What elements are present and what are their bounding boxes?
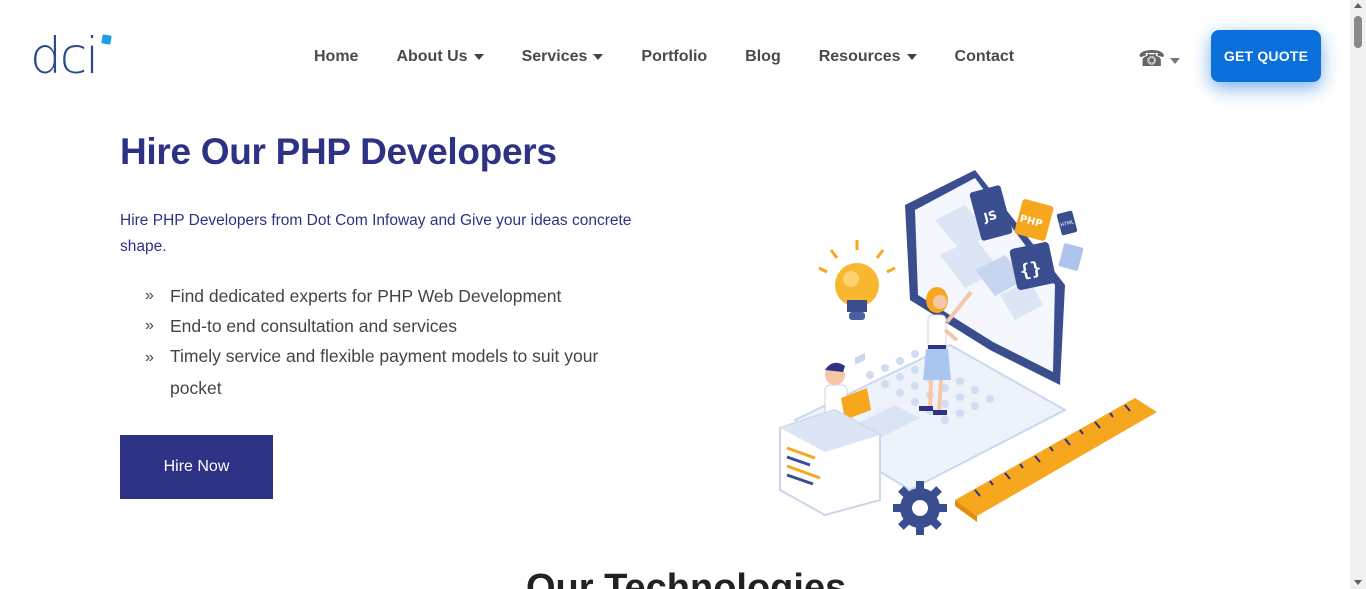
- nav-resources-label: Resources: [818, 48, 901, 65]
- scroll-down-icon[interactable]: [1354, 580, 1362, 585]
- nav-contact-label: Contact: [954, 48, 1015, 65]
- chevron-down-icon: [906, 54, 917, 60]
- site-header: dci Home About Us Services Portfolio Blo…: [0, 0, 1350, 112]
- nav-services[interactable]: Services: [522, 46, 604, 68]
- logo-text: dci: [30, 27, 99, 85]
- list-item: » End-to end consultation and services: [145, 311, 645, 341]
- chevron-down-icon: [473, 54, 484, 60]
- get-quote-button[interactable]: GET QUOTE: [1211, 30, 1321, 82]
- feature-list: » Find dedicated experts for PHP Web Dev…: [145, 281, 645, 403]
- illustration-svg: JS PHP HTML {}: [779, 116, 1157, 535]
- scroll-thumb[interactable]: [1354, 16, 1362, 48]
- nav-blog-label: Blog: [745, 48, 781, 65]
- php-developer-illustration: JS PHP HTML {}: [775, 116, 1165, 535]
- phone-dropdown[interactable]: ☎: [1138, 46, 1181, 72]
- nav-contact[interactable]: Contact: [955, 46, 1015, 68]
- nav-home-label: Home: [314, 48, 359, 65]
- nav-about-us-label: About Us: [396, 48, 468, 65]
- nav-resources[interactable]: Resources: [819, 46, 917, 68]
- list-item-text: End-to end consultation and services: [170, 316, 457, 336]
- nav-services-label: Services: [521, 48, 588, 65]
- list-item-text: Timely service and flexible payment mode…: [170, 346, 599, 398]
- nav-portfolio[interactable]: Portfolio: [641, 46, 707, 68]
- double-chevron-right-icon: »: [145, 287, 154, 304]
- double-chevron-right-icon: »: [145, 317, 154, 334]
- svg-text:{}: {}: [1018, 258, 1044, 283]
- list-item-text: Find dedicated experts for PHP Web Devel…: [170, 286, 562, 306]
- nav-portfolio-label: Portfolio: [641, 48, 708, 65]
- vertical-scrollbar[interactable]: [1350, 0, 1366, 589]
- list-item: » Find dedicated experts for PHP Web Dev…: [145, 281, 645, 311]
- nav-about-us[interactable]: About Us: [396, 46, 484, 68]
- page-title: Hire Our PHP Developers: [120, 131, 557, 172]
- nav-home[interactable]: Home: [314, 46, 358, 68]
- double-chevron-right-icon: »: [145, 349, 154, 366]
- nav-blog[interactable]: Blog: [745, 46, 781, 68]
- main-nav: Home About Us Services Portfolio Blog Re…: [314, 46, 1014, 68]
- chevron-down-icon: [1170, 58, 1181, 64]
- scroll-up-icon[interactable]: [1354, 3, 1362, 8]
- hire-now-button[interactable]: Hire Now: [120, 435, 273, 499]
- section-heading-technologies: Our Technologies: [526, 567, 847, 589]
- hero-subtitle: Hire PHP Developers from Dot Com Infoway…: [120, 212, 632, 255]
- company-logo[interactable]: dci: [30, 31, 112, 81]
- list-item: » Timely service and flexible payment mod…: [145, 341, 635, 403]
- logo-dot: [101, 34, 112, 45]
- phone-icon: ☎: [1138, 46, 1166, 71]
- chevron-down-icon: [593, 54, 604, 60]
